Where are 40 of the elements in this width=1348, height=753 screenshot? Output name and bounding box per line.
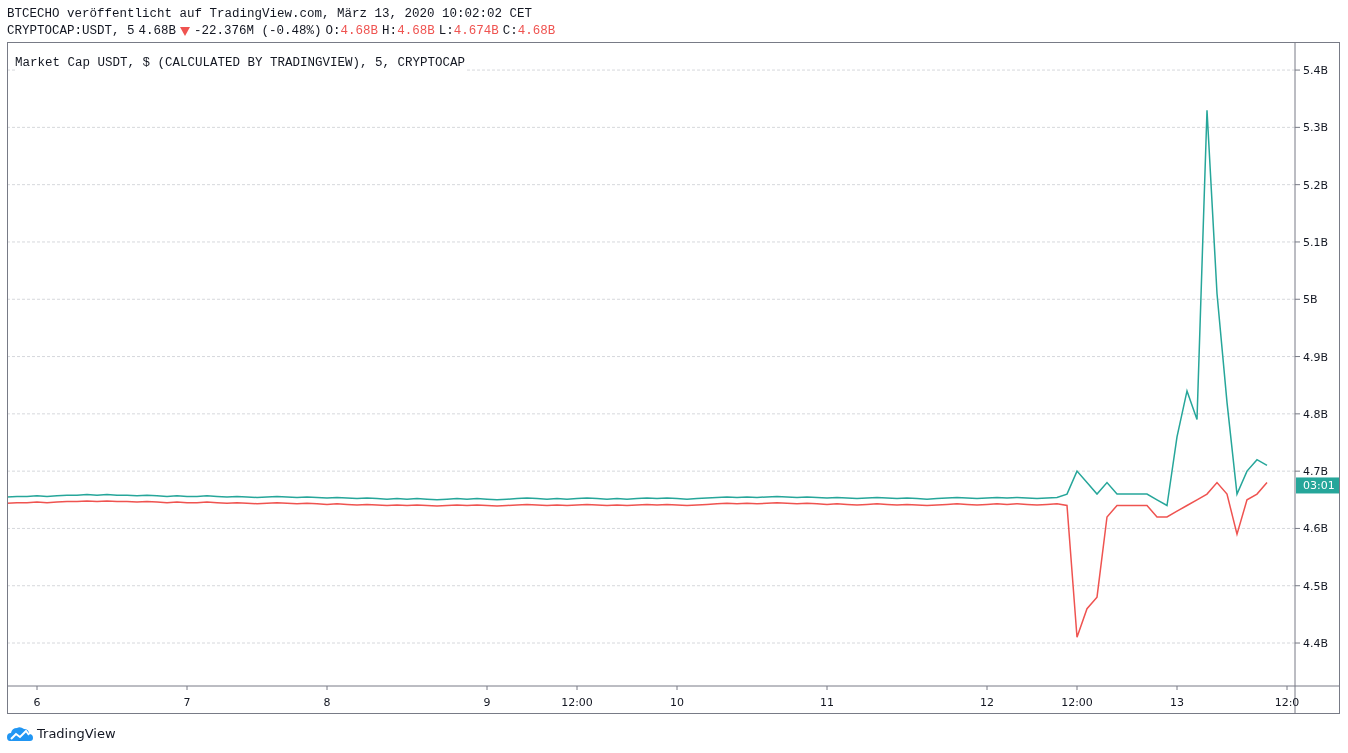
- axis-label: 5.4B: [1303, 64, 1329, 78]
- publisher-line: BTCECHO veröffentlicht auf TradingView.com, März 13, 2020 10:02:02 CET: [7, 6, 533, 23]
- axis-label: 10: [670, 696, 684, 709]
- price-change: -22.376M (-0.48%): [194, 23, 322, 40]
- ohlc-value: 4.68B: [517, 23, 556, 40]
- logo-icon: [7, 725, 33, 742]
- ohlc-label: O:: [325, 23, 341, 40]
- axis-label: 5.1B: [1303, 235, 1329, 249]
- axis-label: 4.9B: [1303, 350, 1329, 364]
- axis-label: 9: [483, 696, 491, 709]
- axis-label: 12: [980, 696, 994, 709]
- ohlc-label: H:: [382, 23, 398, 40]
- axis-label: 4.7B: [1303, 465, 1329, 479]
- ohlc-value: 4.674B: [453, 23, 499, 40]
- axis-label: 6: [33, 696, 41, 709]
- axis-label: 5.2B: [1303, 178, 1329, 192]
- axis-label: 5.3B: [1303, 121, 1329, 135]
- axis-label: 4.6B: [1303, 522, 1329, 536]
- axis-label: 12:00: [561, 696, 593, 709]
- axis-label: 8: [323, 696, 331, 709]
- axis-label: 5B: [1303, 293, 1318, 307]
- axis-label: 13: [1170, 696, 1184, 709]
- ohlc-value: 4.68B: [340, 23, 379, 40]
- axis-label: 12:00: [1061, 696, 1093, 709]
- ohlc-label: C:: [502, 23, 518, 40]
- last-price: 4.68B: [138, 23, 177, 40]
- ohlc-value: 4.68B: [397, 23, 435, 40]
- chart-legend: Market Cap USDT, $ (CALCULATED BY TRADINGVIEW), 5, CRYPTOCAP: [15, 54, 466, 73]
- price-badge: 03:01: [1296, 477, 1339, 494]
- axis-label: 4.5B: [1303, 579, 1329, 593]
- axis-label: 4.4B: [1303, 637, 1329, 651]
- logo-text: TradingView: [37, 725, 116, 743]
- ohlc-label: L:: [438, 23, 454, 40]
- triangle-icon: [180, 27, 191, 36]
- annotation: 03:01: [1303, 479, 1335, 493]
- axis-label: 4.8B: [1303, 407, 1329, 421]
- symbol-label: CRYPTOCAP:USDT, 5: [7, 23, 135, 40]
- axis-label: 7: [183, 696, 191, 709]
- axis-label: 11: [820, 696, 834, 709]
- axis-label: 12:0: [1274, 696, 1300, 709]
